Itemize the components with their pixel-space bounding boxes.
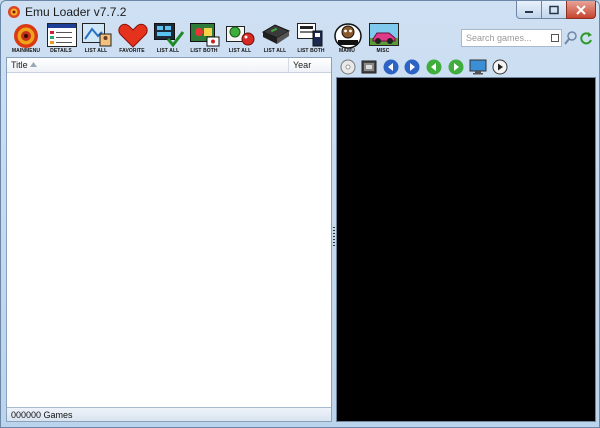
column-year-label: Year	[293, 60, 312, 70]
mamu-button[interactable]: MAMU	[330, 23, 364, 57]
details-window-icon	[47, 23, 77, 47]
joystick-icon	[226, 26, 255, 46]
mascot-icon	[334, 23, 362, 49]
back-icon[interactable]	[426, 59, 442, 75]
list-all-button-4[interactable]: LIST ALL	[258, 23, 292, 57]
column-header-title[interactable]: Title	[7, 58, 289, 72]
misc-label: MISC	[376, 48, 390, 54]
search-icon[interactable]	[564, 30, 578, 46]
column-header-year[interactable]: Year	[289, 58, 331, 72]
next-icon[interactable]	[404, 59, 420, 75]
app-window: Emu Loader v7.7.2 MAINMENU DETAILS LIST …	[0, 0, 600, 428]
main-toolbar: MAINMENU DETAILS LIST ALL FAVORITE LIST …	[6, 23, 596, 57]
list-both-button-1[interactable]: LIST BOTH	[187, 23, 221, 57]
list-all-button-2[interactable]: LIST ALL	[151, 23, 185, 57]
minimize-icon	[525, 10, 533, 13]
game-screen-icon	[190, 23, 220, 47]
favorite-button[interactable]: FAVORITE	[115, 23, 149, 57]
spiral-icon	[14, 24, 38, 48]
status-bar: 000000 Games	[7, 407, 331, 421]
list-both-button-2[interactable]: LIST BOTH	[294, 23, 328, 57]
mainmenu-button[interactable]: MAINMENU	[9, 23, 43, 57]
list-all-button-1[interactable]: LIST ALL	[79, 23, 113, 57]
close-button[interactable]	[566, 1, 596, 19]
minimize-button[interactable]	[516, 1, 542, 19]
game-list[interactable]	[7, 73, 331, 408]
list-header: Title Year	[7, 58, 331, 73]
heart-icon	[118, 23, 148, 48]
media-toolbar	[336, 57, 596, 77]
list-window-icon	[82, 23, 112, 47]
racing-car-icon	[369, 23, 399, 46]
refresh-icon[interactable]	[579, 30, 593, 46]
cd-icon[interactable]	[340, 59, 356, 75]
search-box	[461, 29, 562, 47]
previous-icon[interactable]	[383, 59, 399, 75]
game-list-panel: Title Year 000000 Games	[6, 57, 332, 422]
play-icon[interactable]	[492, 59, 508, 75]
forward-icon[interactable]	[448, 59, 464, 75]
monitor-icon[interactable]	[469, 59, 487, 75]
preview-panel	[336, 77, 596, 422]
app-icon	[8, 6, 20, 18]
title-bar[interactable]: Emu Loader v7.7.2	[1, 1, 599, 23]
details-button[interactable]: DETAILS	[44, 23, 78, 57]
snapshot-icon[interactable]	[361, 59, 377, 75]
window-title: Emu Loader v7.7.2	[25, 5, 127, 19]
console-icon	[261, 24, 291, 44]
maximize-icon	[549, 5, 559, 14]
monitor-check-icon	[154, 23, 184, 47]
list-all-button-3[interactable]: LIST ALL	[223, 23, 257, 57]
search-checkbox[interactable]	[551, 34, 559, 42]
column-title-label: Title	[11, 60, 28, 70]
sort-ascending-icon	[30, 62, 37, 67]
maximize-button[interactable]	[541, 1, 567, 19]
search-input[interactable]	[462, 30, 548, 46]
splitter-grip-icon	[333, 227, 335, 247]
close-icon	[576, 4, 586, 15]
games-count: 000000 Games	[11, 410, 73, 420]
cabinet-icon	[297, 23, 323, 47]
misc-button[interactable]: MISC	[366, 23, 400, 57]
